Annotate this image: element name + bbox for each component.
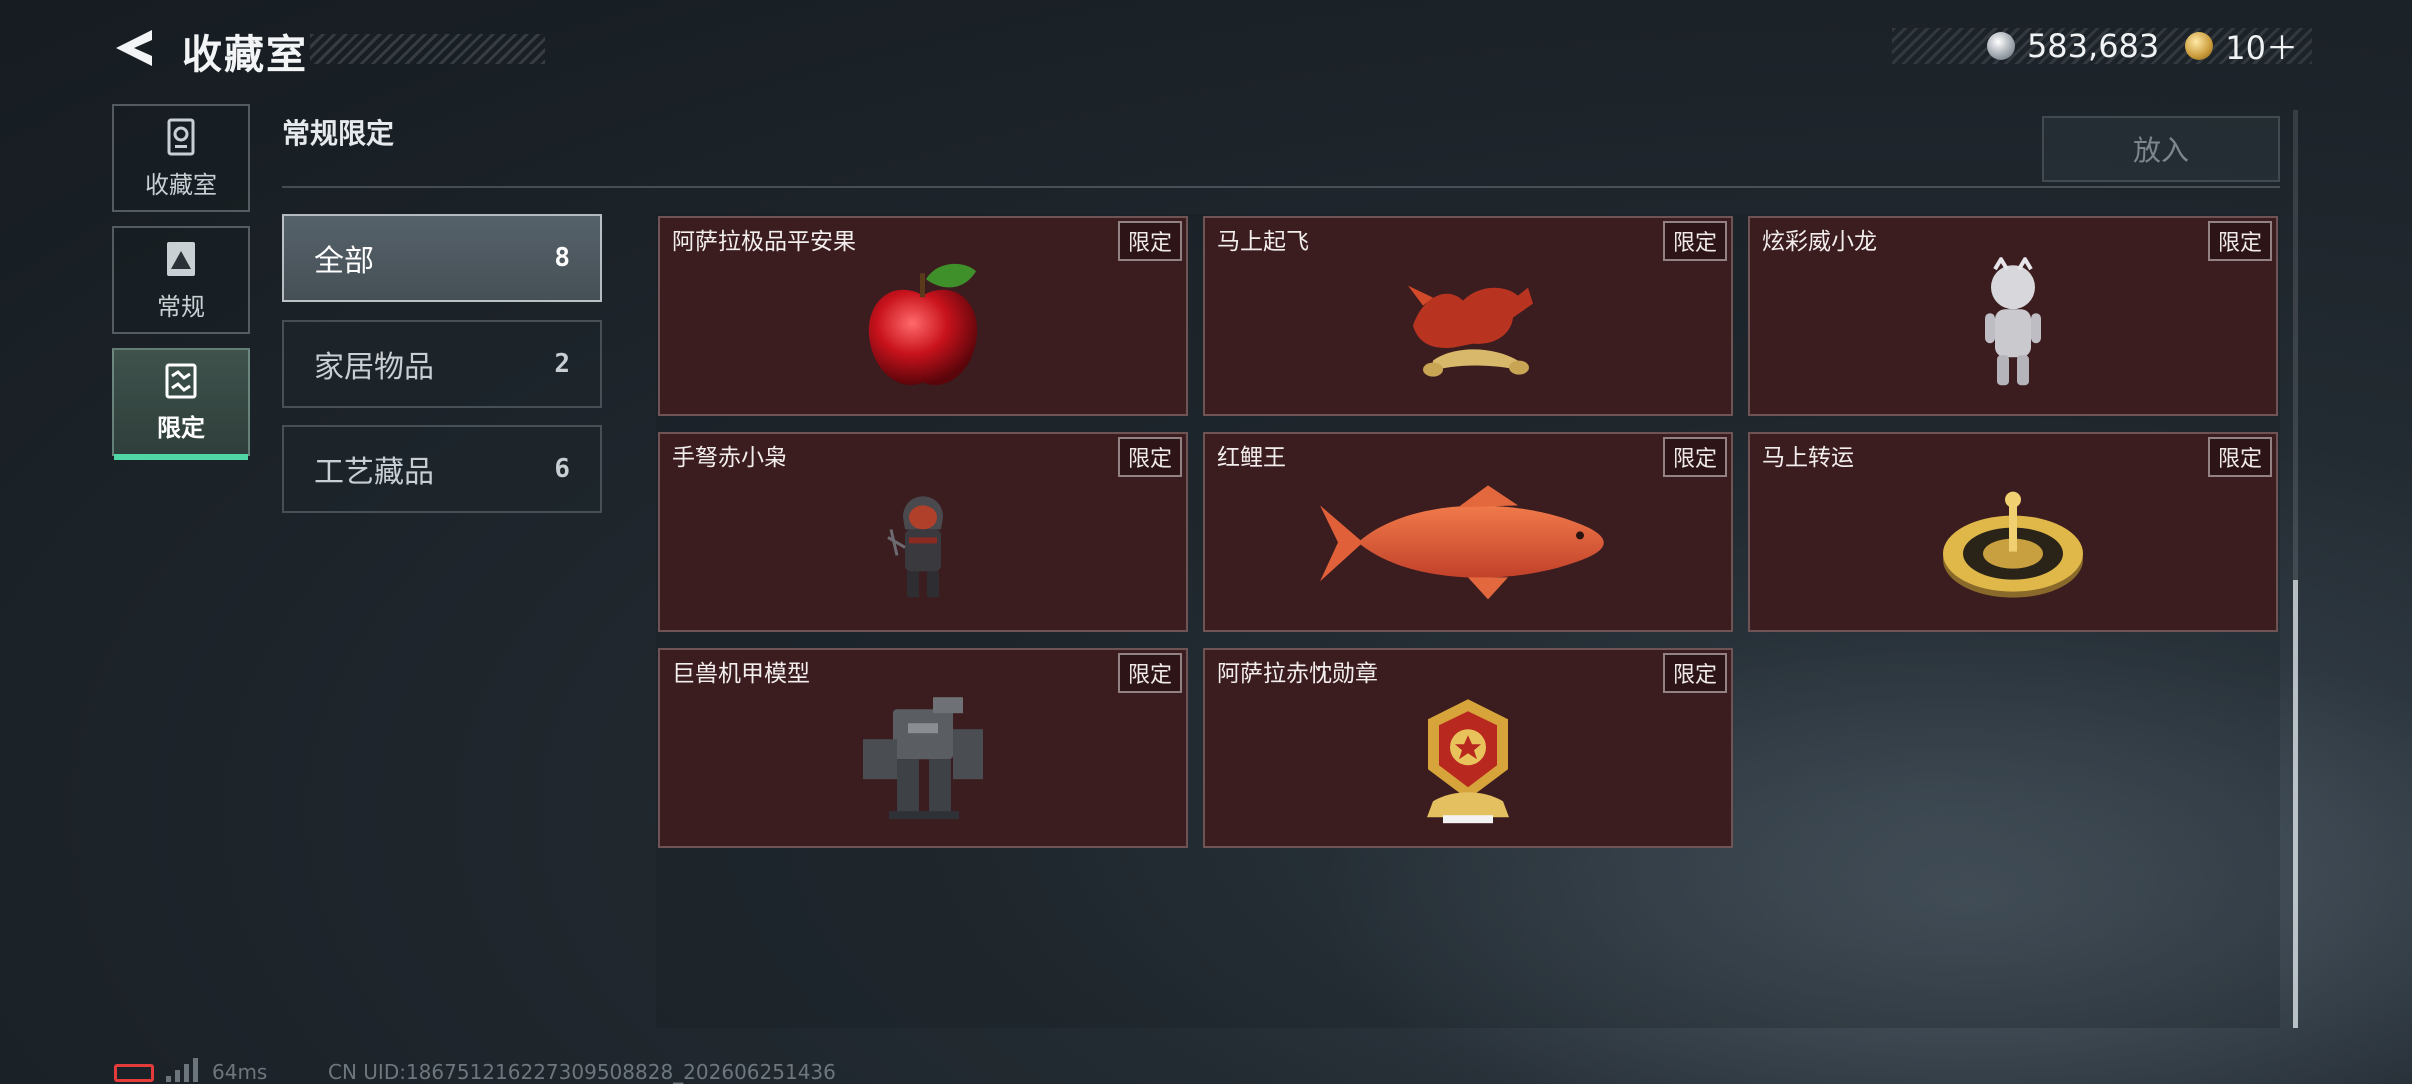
nav-item-regular[interactable]: 常规 (112, 226, 250, 334)
limited-tag: 限定 (2207, 437, 2272, 477)
limited-icon (165, 363, 197, 398)
red-apple-icon (868, 263, 978, 386)
item-card[interactable]: 阿萨拉极品平安果 限定 (658, 216, 1188, 416)
limited-tag: 限定 (1662, 653, 1727, 693)
item-card[interactable]: 手弩赤小枭 限定 (658, 432, 1188, 632)
item-card[interactable]: 马上起飞 限定 (1203, 216, 1733, 416)
item-name: 马上起飞 (1217, 229, 1309, 255)
scrollbar-thumb[interactable] (2293, 580, 2298, 1028)
category-count: 6 (554, 454, 570, 484)
title-decoration (310, 34, 545, 64)
item-name: 阿萨拉极品平安果 (672, 229, 856, 255)
category-label: 工艺藏品 (314, 455, 434, 490)
uid-text: CN UID:1867512162273095088​28_2026062514… (328, 1060, 836, 1084)
page-title: 收藏室 (182, 32, 308, 78)
item-card[interactable]: 炫彩威小龙 限定 (1748, 216, 2278, 416)
currency-bar: 583,683 10＋ (1892, 27, 2312, 67)
item-name: 阿萨拉赤忱勋章 (1217, 661, 1378, 687)
collection-icon (167, 118, 195, 155)
section-title: 常规限定 (282, 117, 395, 150)
red-carp-icon (1320, 485, 1604, 600)
category-home[interactable]: 家居物品 2 (282, 320, 602, 408)
item-name: 红鲤王 (1217, 445, 1286, 471)
category-count: 8 (554, 243, 570, 273)
item-card[interactable]: 巨兽机甲模型 限定 (658, 648, 1188, 848)
gold-medal-icon (1427, 699, 1509, 824)
category-label: 家居物品 (314, 350, 434, 385)
item-name: 炫彩威小龙 (1762, 229, 1877, 255)
limited-tag: 限定 (2207, 221, 2272, 261)
hooded-figure-icon (887, 496, 943, 598)
limited-tag: 限定 (1662, 437, 1727, 477)
battery-low-icon (114, 1064, 154, 1082)
item-card[interactable]: 马上转运 限定 (1748, 432, 2278, 632)
item-name: 巨兽机甲模型 (672, 661, 810, 687)
regular-icon (167, 241, 195, 276)
nav-item-label: 限定 (157, 413, 205, 442)
item-name: 手弩赤小枭 (672, 445, 787, 471)
item-card[interactable]: 阿萨拉赤忱勋章 限定 (1203, 648, 1733, 848)
mech-model-icon (863, 697, 983, 820)
nav-item-label: 常规 (157, 292, 205, 321)
silver-currency-value: 583,683 (2026, 27, 2160, 65)
put-in-button[interactable]: 放入 (2042, 116, 2280, 182)
gold-compass-disc-icon (1943, 491, 2083, 598)
gold-coin-icon (2185, 32, 2214, 60)
ping-text: 64ms (212, 1060, 268, 1084)
category-all[interactable]: 全部 8 (282, 214, 602, 302)
silver-coin-icon (1986, 32, 2015, 60)
nav-item-limited[interactable]: 限定 (112, 348, 250, 460)
nav-item-label: 收藏室 (145, 170, 217, 199)
nav-item-collection[interactable]: 收藏室 (112, 104, 250, 212)
limited-tag: 限定 (1117, 221, 1182, 261)
divider (282, 186, 2280, 188)
limited-tag: 限定 (1662, 221, 1727, 261)
gold-currency-value[interactable]: 10＋ (2225, 23, 2298, 69)
item-name: 马上转运 (1762, 445, 1854, 471)
limited-tag: 限定 (1117, 437, 1182, 477)
white-dragon-figure-icon (1985, 257, 2041, 386)
item-grid: 阿萨拉极品平安果 限定 马上起飞 限定 炫彩威小龙 限定 手弩赤小枭 限定 红鲤… (656, 214, 2280, 1028)
scrollbar[interactable] (2293, 110, 2298, 1028)
back-button[interactable] (112, 26, 154, 70)
active-indicator (114, 454, 248, 460)
horse-figurine-icon (1408, 285, 1533, 377)
category-label: 全部 (314, 244, 374, 279)
category-count: 2 (554, 349, 570, 379)
category-craft[interactable]: 工艺藏品 6 (282, 425, 602, 513)
limited-tag: 限定 (1117, 653, 1182, 693)
item-card[interactable]: 红鲤王 限定 (1203, 432, 1733, 632)
back-arrow-icon (116, 30, 152, 66)
signal-icon (166, 1058, 198, 1082)
